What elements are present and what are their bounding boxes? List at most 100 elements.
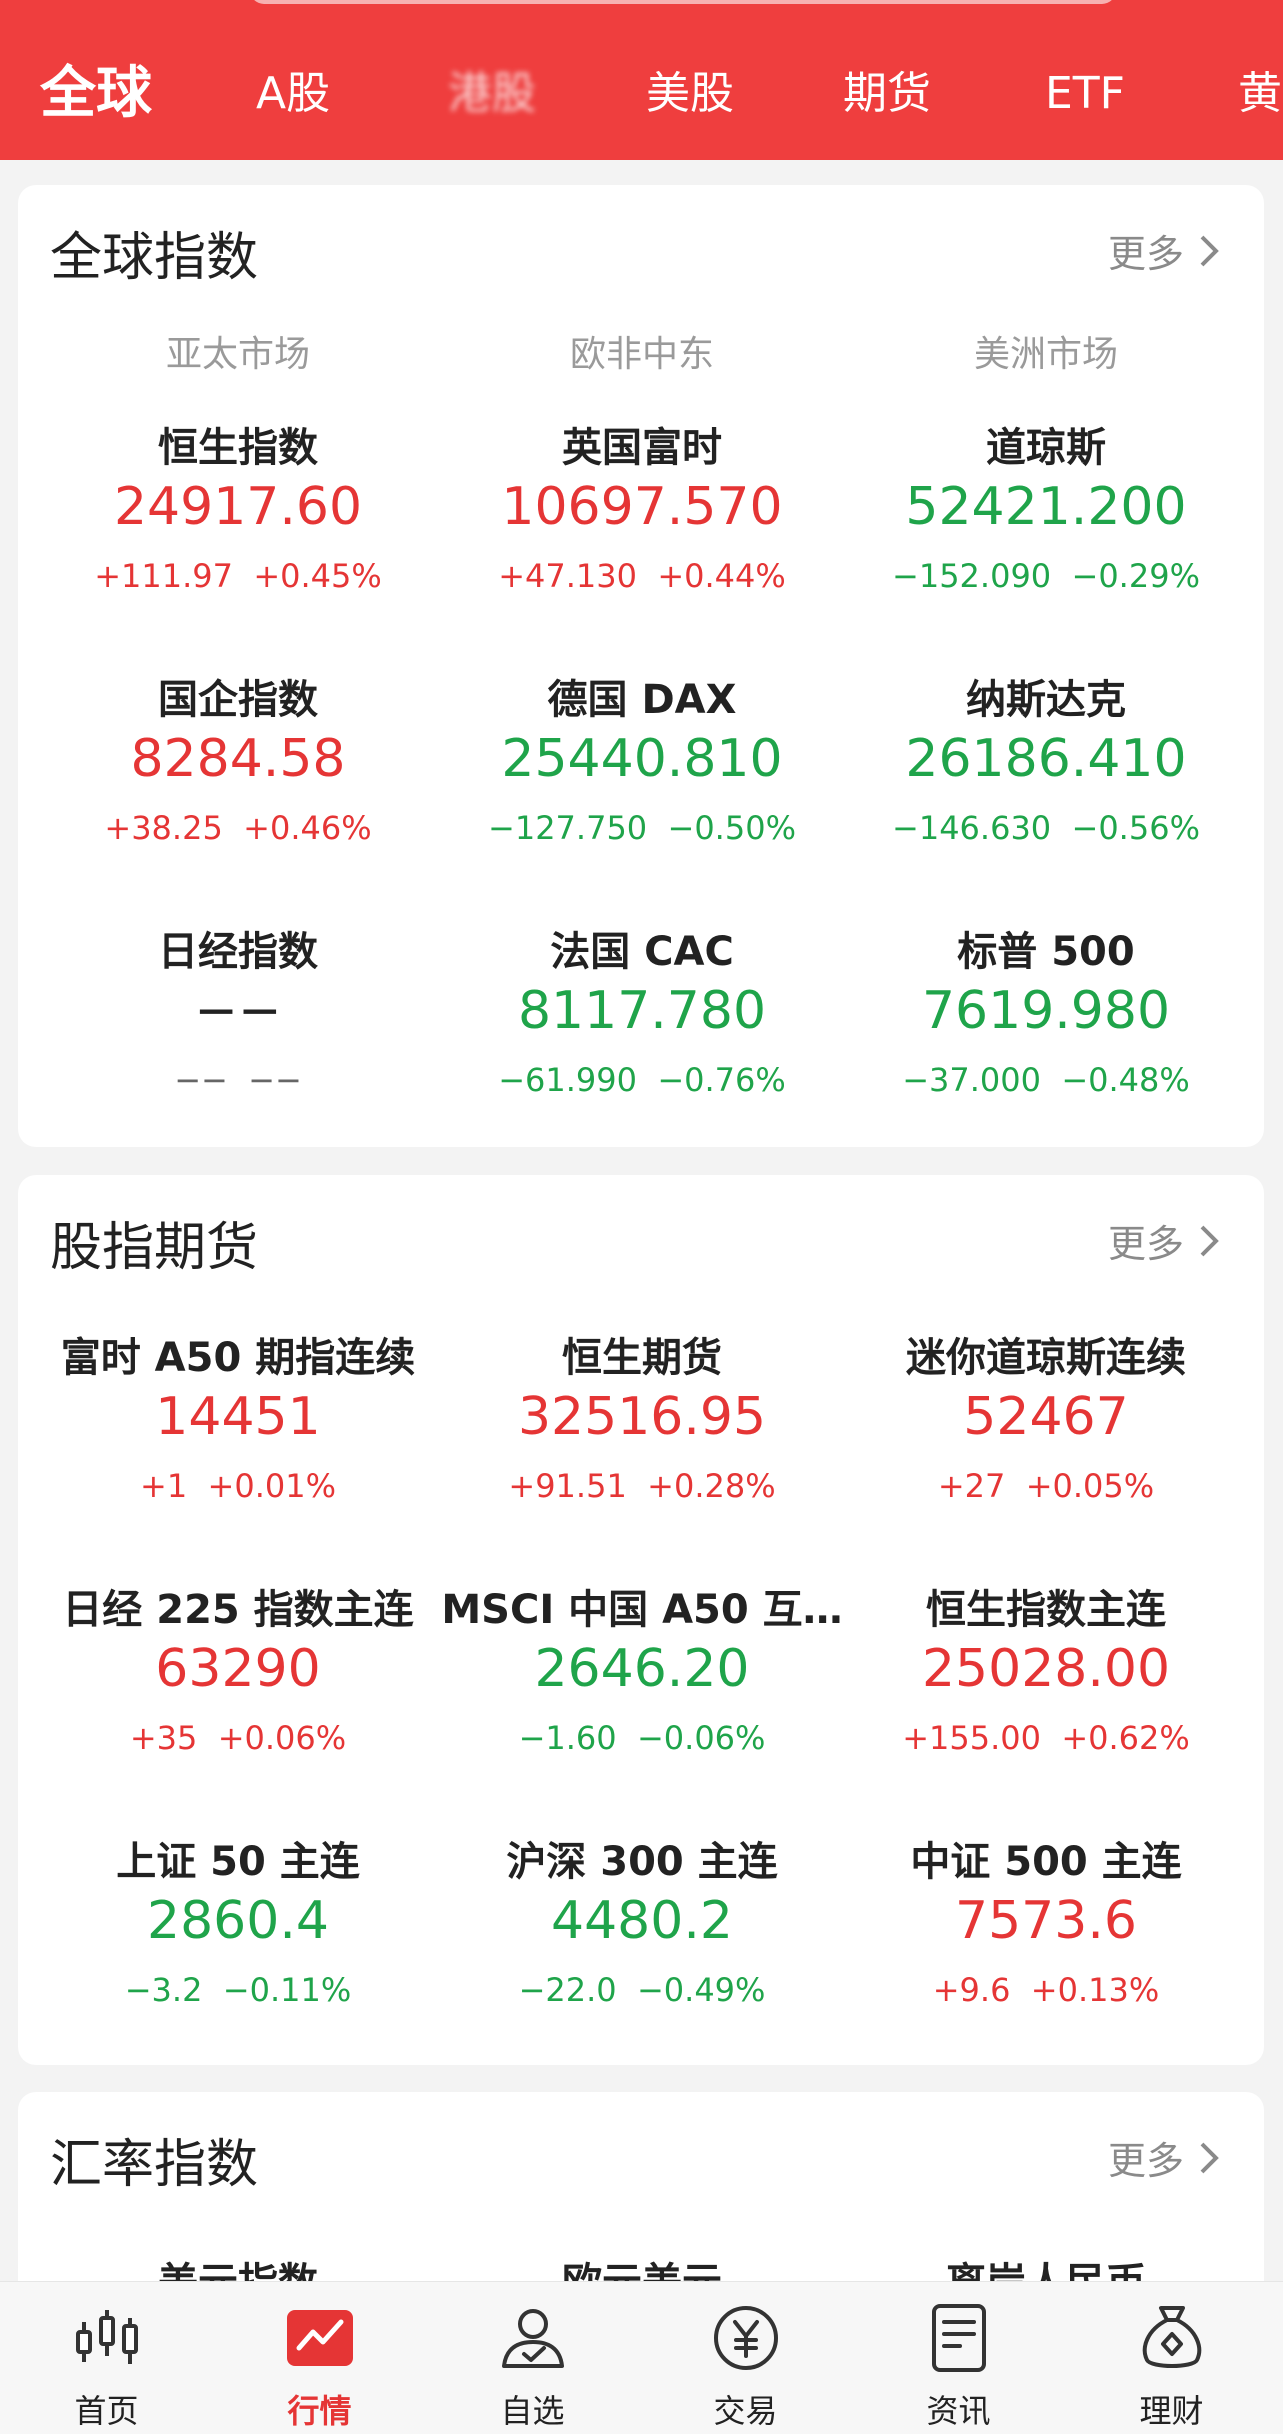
quote-change-row: +111.97 +0.45%: [36, 557, 440, 595]
quote-change-row: +91.51 +0.28%: [440, 1467, 844, 1505]
quote-name: 英国富时: [562, 425, 722, 471]
quote-change-row: +27 +0.05%: [844, 1467, 1248, 1505]
quote-percent: −0.06%: [636, 1719, 766, 1757]
region-americas: 美洲市场: [973, 334, 1118, 375]
quote-change-spacer: [647, 809, 667, 847]
quote-name: 日经 225 指数主连: [62, 1587, 414, 1633]
quote-change-spacer: [637, 557, 657, 595]
quote-percent: −0.50%: [667, 809, 796, 847]
more-label: 更多: [1107, 2139, 1184, 2183]
tab-global[interactable]: 全球: [40, 58, 152, 130]
quote-percent: −−: [248, 1061, 302, 1099]
fx-index-more-button[interactable]: 更多: [1108, 2130, 1224, 2185]
quote-change: +155.00: [902, 1719, 1041, 1757]
quote-change-row: −37.000 −0.48%: [844, 1061, 1248, 1099]
tab-hk-shares[interactable]: 港股: [448, 58, 536, 130]
quote-change-spacer: [617, 1971, 637, 2009]
nav-news[interactable]: 资讯: [852, 2282, 1065, 2434]
nav-trade[interactable]: 交易: [639, 2282, 852, 2434]
quote-name: MSCI 中国 A50 互…: [441, 1587, 843, 1633]
quote-change: −22.0: [518, 1971, 617, 2009]
quote-change: +9.6: [932, 1971, 1011, 2009]
quote-change-row: +155.00 +0.62%: [844, 1719, 1248, 1757]
quote-name: 富时 A50 期指连续: [60, 1335, 416, 1381]
global-index-card: 全球指数 更多 亚太市场 欧非中东 美洲市场 恒生指数 24917.60 +111.…: [18, 185, 1264, 1147]
quote-change: +47.130: [498, 557, 637, 595]
candlestick-icon: [76, 2310, 138, 2364]
quote-percent: +0.06%: [217, 1719, 347, 1757]
quote-change: −146.630: [892, 809, 1052, 847]
market-tabs: 全球 A股 港股 美股 期货 ETF 黄: [0, 58, 1283, 130]
tab-etf[interactable]: ETF: [1045, 58, 1125, 130]
search-bar-edge[interactable]: [250, 0, 1116, 4]
quote-change-spacer: [223, 809, 243, 847]
quote-change: −1.60: [518, 1719, 617, 1757]
quote-price: 14451: [155, 1387, 321, 1447]
yen-coin-icon: [714, 2306, 778, 2370]
global-index-more-button[interactable]: 更多: [1108, 223, 1224, 278]
quote-change-spacer: [617, 1719, 637, 1757]
nav-label: 行情: [287, 2392, 352, 2430]
quote-change-row: −61.990 −0.76%: [440, 1061, 844, 1099]
quote-name: 恒生期货: [562, 1335, 722, 1381]
quote-price: 8117.780: [517, 981, 767, 1041]
nav-watchlist[interactable]: 自选: [426, 2282, 639, 2434]
quote-price: 32516.95: [517, 1387, 767, 1447]
nav-wealth[interactable]: 理财: [1065, 2282, 1278, 2434]
quote-change-row: −− −−: [36, 1061, 440, 1099]
quote-name: 上证 50 主连: [116, 1839, 360, 1885]
bottom-navigation: 首页 行情 自选 交易 资讯 理财: [0, 2281, 1283, 2434]
quote-price: 8284.58: [130, 729, 346, 789]
nav-label: 理财: [1139, 2392, 1204, 2430]
tab-a-shares[interactable]: A股: [256, 58, 330, 130]
quote-change-spacer: [233, 557, 253, 595]
tab-gold[interactable]: 黄: [1238, 58, 1282, 130]
quote-price: 2860.4: [147, 1891, 329, 1951]
quote-percent: +0.46%: [243, 809, 372, 847]
quote-percent: +0.45%: [253, 557, 382, 595]
nav-label: 自选: [500, 2392, 565, 2430]
index-futures-more-button[interactable]: 更多: [1108, 1213, 1224, 1268]
nav-home[interactable]: 首页: [0, 2282, 213, 2434]
quote-change: +111.97: [94, 557, 233, 595]
nav-label: 首页: [74, 2392, 139, 2430]
money-bag-icon: [1142, 2306, 1202, 2368]
quote-change-row: −22.0 −0.49%: [440, 1971, 844, 2009]
quote-change: −3.2: [124, 1971, 203, 2009]
quote-name: 中证 500 主连: [910, 1839, 1182, 1885]
quote-price: 24917.60: [113, 477, 363, 537]
quote-percent: +0.05%: [1025, 1467, 1155, 1505]
quote-name: 纳斯达克: [966, 677, 1126, 723]
region-emea: 欧非中东: [569, 334, 714, 375]
quote-change-spacer: [627, 1467, 647, 1505]
quote-change-spacer: [197, 1719, 217, 1757]
quote-name: 迷你道琼斯连续: [906, 1335, 1186, 1381]
quote-change-spacer: [1051, 809, 1071, 847]
quote-change-spacer: [1005, 1467, 1025, 1505]
quote-name: 沪深 300 主连: [506, 1839, 778, 1885]
quote-change-row: −152.090 −0.29%: [844, 557, 1248, 595]
quote-change-spacer: [202, 1971, 222, 2009]
quote-price: 25440.810: [501, 729, 783, 789]
quote-change: −61.990: [498, 1061, 637, 1099]
tab-futures[interactable]: 期货: [843, 58, 931, 130]
quote-percent: +0.13%: [1030, 1971, 1160, 2009]
quote-percent: +0.01%: [207, 1467, 336, 1505]
quote-change-row: −127.750 −0.50%: [440, 809, 844, 847]
quote-name: 法国 CAC: [550, 929, 734, 975]
more-label: 更多: [1107, 1222, 1184, 1266]
quote-price: 26186.410: [905, 729, 1187, 789]
nav-market[interactable]: 行情: [213, 2282, 426, 2434]
quote-change-spacer: [1041, 1061, 1061, 1099]
quote-percent: −0.76%: [657, 1061, 786, 1099]
quote-price: 63290: [155, 1639, 321, 1699]
user-check-icon: [502, 2309, 564, 2368]
quote-percent: +0.28%: [647, 1467, 776, 1505]
tab-us-shares[interactable]: 美股: [646, 58, 734, 130]
chevron-right-icon: [1200, 2142, 1219, 2173]
quote-name: 道琼斯: [986, 425, 1106, 471]
quote-price: 52467: [963, 1387, 1129, 1447]
market-chart-icon: [287, 2310, 353, 2366]
quote-change: −37.000: [902, 1061, 1041, 1099]
quote-name: 标普 500: [957, 929, 1135, 975]
